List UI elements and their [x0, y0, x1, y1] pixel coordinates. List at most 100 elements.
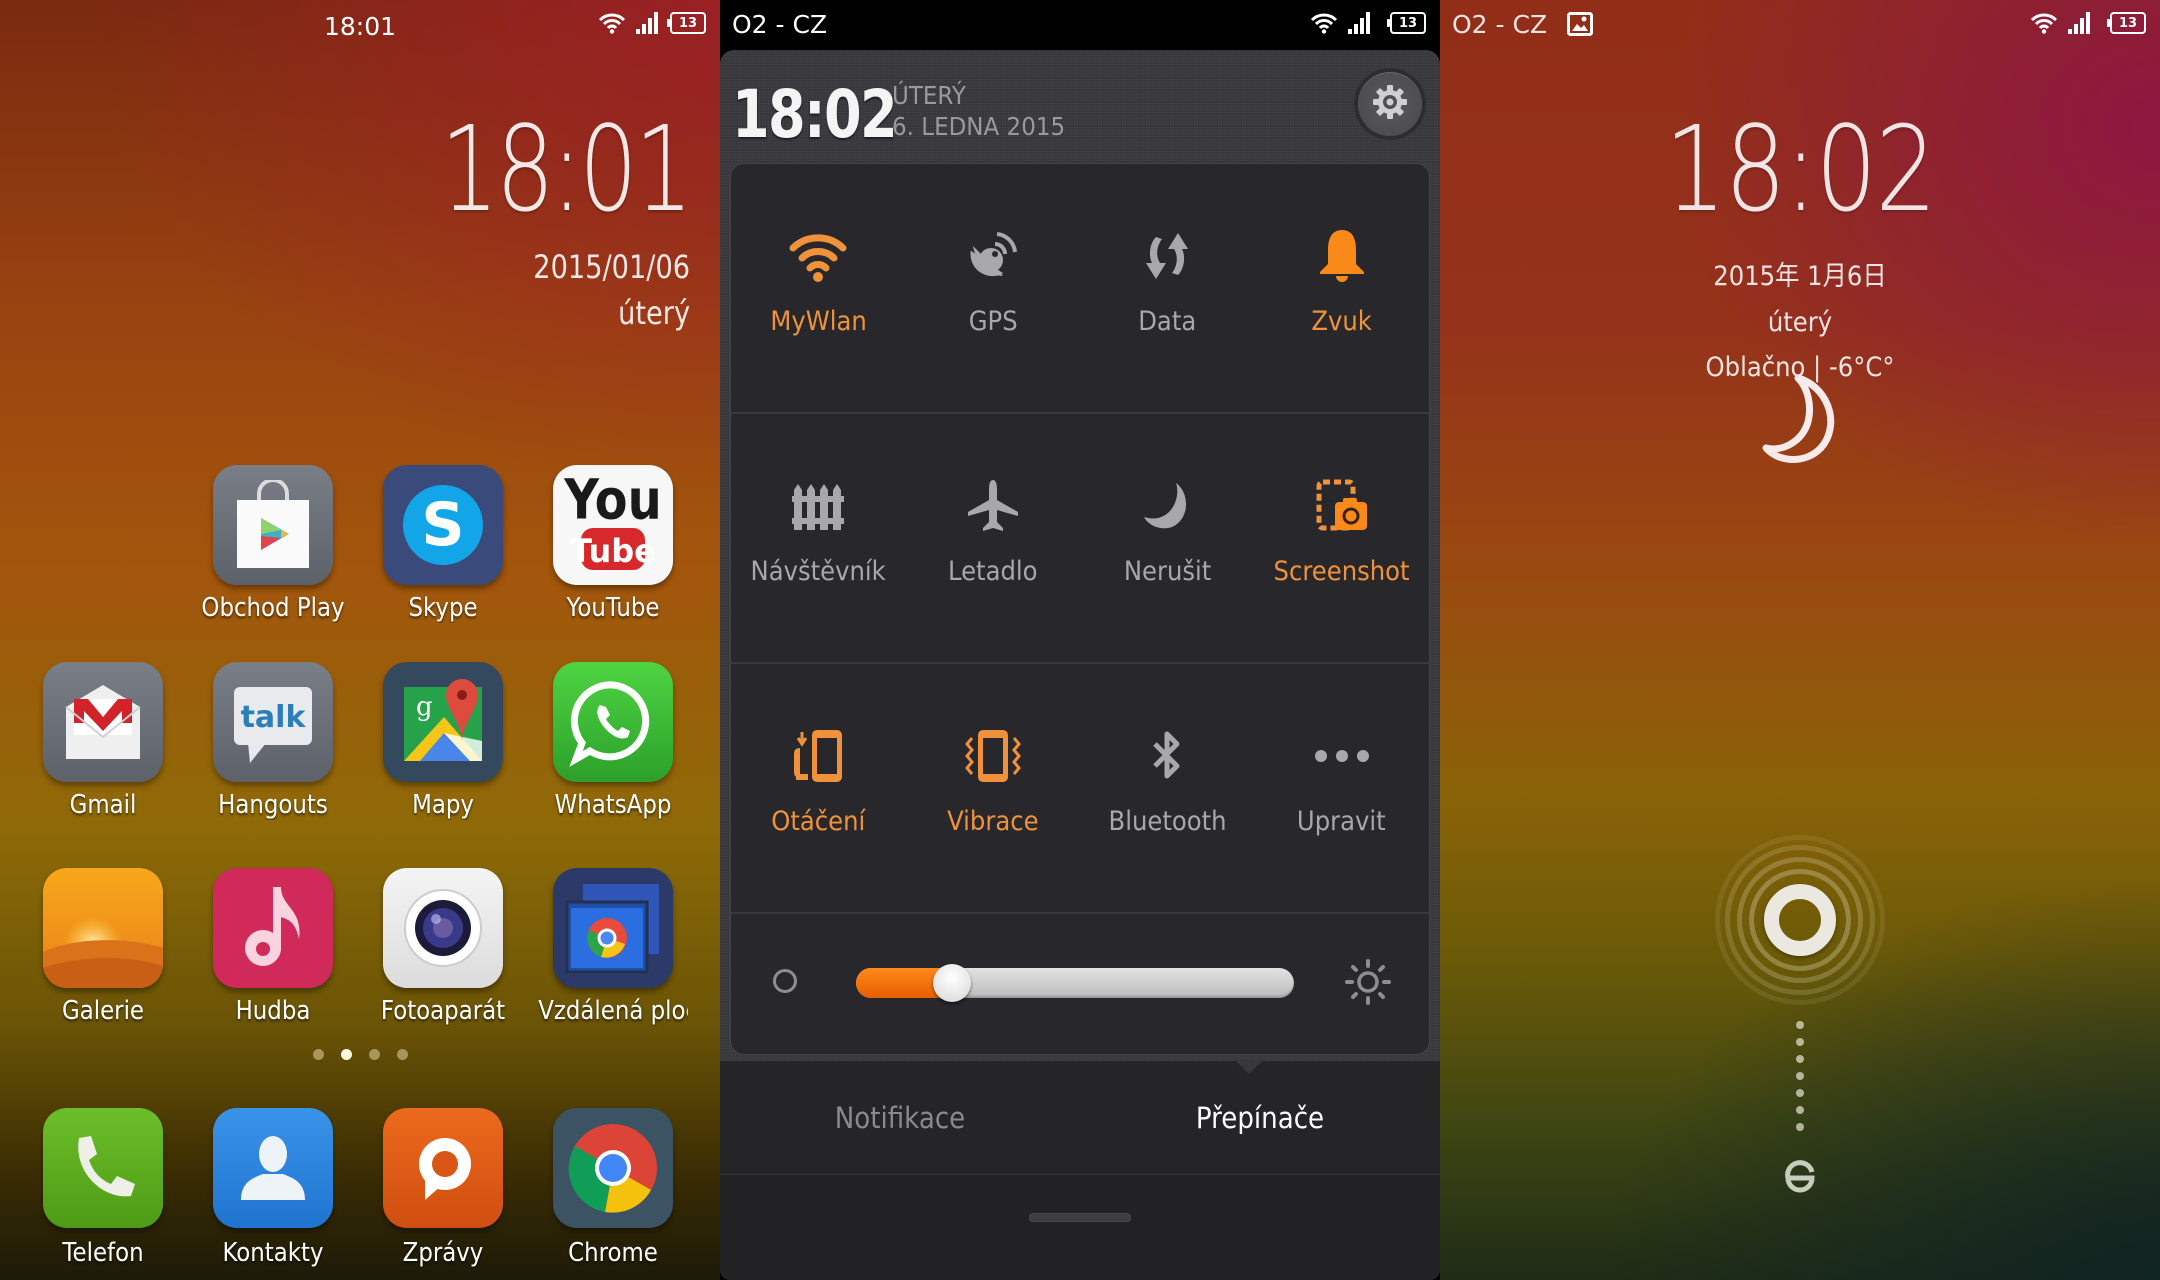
toggle-vibration[interactable]: Vibrace [906, 664, 1081, 912]
toggle-label: Upravit [1297, 806, 1387, 837]
app-camera[interactable]: Fotoaparát [358, 868, 528, 1026]
app-label: Chrome [568, 1238, 658, 1268]
signal-icon [636, 12, 660, 34]
toggle-rotation[interactable]: Otáčení [731, 664, 906, 912]
app-music[interactable]: Hudba [188, 868, 358, 1026]
app-play-store[interactable]: Obchod Play [188, 465, 358, 623]
battery-icon: 13 [1387, 12, 1426, 34]
lock-time: 18:02 [1664, 100, 1937, 238]
app-label: Vzdálená plocha [538, 996, 688, 1026]
brightness-high-sun-icon [1345, 959, 1391, 1010]
toggle-gps[interactable]: GPS [906, 164, 1081, 412]
svg-text:talk: talk [241, 700, 307, 735]
page-dot-active[interactable] [340, 1049, 352, 1060]
toggle-airplane[interactable]: Letadlo [906, 414, 1081, 662]
toggle-row: MyWlan GPS Data Zvuk [731, 164, 1429, 414]
bluetooth-icon [1137, 726, 1197, 786]
home-screen: 18:01 13 18:01 2015/01/06 úterý Obchod P… [0, 0, 720, 1280]
toggle-sound[interactable]: Zvuk [1255, 164, 1430, 412]
brightness-thumb[interactable] [933, 964, 972, 1002]
app-label: Skype [408, 593, 478, 623]
brightness-control [731, 914, 1429, 1054]
app-youtube[interactable]: You Tube YouTube [528, 465, 698, 623]
messages-bubble-icon [383, 1108, 503, 1228]
toggle-wifi[interactable]: MyWlan [731, 164, 906, 412]
weather-moon-icon [1754, 372, 1850, 473]
image-notification-icon [1567, 12, 1594, 36]
clock-widget[interactable]: 18:01 2015/01/06 úterý [370, 100, 693, 332]
lock-day: úterý [1767, 307, 1833, 338]
toggle-edit[interactable]: Upravit [1255, 664, 1430, 912]
toggle-label: Letadlo [947, 556, 1038, 587]
data-sync-arrows-icon [1137, 226, 1197, 286]
signal-icon [2068, 12, 2092, 34]
carrier-name: O2 - CZ [1452, 10, 1594, 39]
status-bar: O2 - CZ 13 [1440, 0, 2160, 50]
unlock-handle[interactable] [1764, 884, 1836, 956]
app-whatsapp[interactable]: WhatsApp [528, 662, 698, 820]
app-label: Obchod Play [201, 593, 345, 623]
hangouts-talk-icon: talk [213, 662, 333, 782]
app-gallery[interactable]: Galerie [18, 868, 188, 1026]
active-tab-pointer [1235, 1060, 1263, 1074]
airplane-icon [963, 476, 1023, 536]
gmail-icon [43, 662, 163, 782]
screenshot-camera-icon [1312, 476, 1372, 536]
carrier-text: O2 - CZ [1452, 10, 1548, 39]
toggle-label: Zvuk [1311, 306, 1372, 337]
tab-notifications[interactable]: Notifikace [738, 1061, 1062, 1174]
app-remote-desktop[interactable]: Vzdálená plocha [528, 868, 698, 1026]
app-label: Telefon [62, 1238, 144, 1268]
drag-handle[interactable] [1029, 1213, 1131, 1222]
wifi-icon [788, 226, 848, 286]
page-dot[interactable] [396, 1049, 408, 1060]
status-bar: 18:01 13 [0, 0, 720, 50]
battery-icon: 13 [667, 12, 706, 34]
phone-icon [43, 1108, 163, 1228]
page-dot[interactable] [368, 1049, 380, 1060]
signal-icon [1348, 12, 1372, 34]
toggle-data[interactable]: Data [1080, 164, 1255, 412]
shade-drag-handle-area[interactable] [720, 1174, 1440, 1280]
clock-time: 18:01 [440, 100, 693, 238]
app-label: Hangouts [218, 790, 328, 820]
moon-icon [1137, 476, 1197, 536]
battery-icon: 13 [2107, 12, 2146, 34]
music-note-icon [213, 868, 333, 988]
app-skype[interactable]: S Skype [358, 465, 528, 623]
app-hangouts[interactable]: talk Hangouts [188, 662, 358, 820]
svg-text:Tube: Tube [570, 532, 656, 570]
unlock-ring[interactable] [1715, 835, 1885, 1005]
page-dot[interactable] [312, 1049, 324, 1060]
toggle-dnd[interactable]: Nerušit [1080, 414, 1255, 662]
tab-toggles[interactable]: Přepínače [1098, 1061, 1422, 1174]
app-label: YouTube [566, 593, 660, 623]
rotation-icon [788, 726, 848, 786]
dock-app-phone[interactable]: Telefon [18, 1108, 188, 1268]
page-indicator[interactable] [0, 1049, 720, 1060]
dock-app-contacts[interactable]: Kontakty [188, 1108, 358, 1268]
toggle-guest[interactable]: Návštěvník [731, 414, 906, 662]
fence-icon [788, 476, 848, 536]
svg-text:g: g [416, 692, 433, 722]
vibration-icon [963, 726, 1023, 786]
toggles-card: MyWlan GPS Data Zvuk Návštěvník Letadlo … [730, 163, 1430, 1055]
toggle-screenshot[interactable]: Screenshot [1255, 414, 1430, 662]
contact-person-icon [213, 1108, 333, 1228]
settings-button[interactable] [1358, 72, 1422, 136]
dock-app-chrome[interactable]: Chrome [528, 1108, 698, 1268]
brightness-slider[interactable] [856, 964, 1294, 1002]
svg-text:S: S [421, 490, 464, 560]
clock-date: 2015/01/06 [533, 248, 690, 286]
app-maps[interactable]: g Mapy [358, 662, 528, 820]
app-gmail[interactable]: Gmail [18, 662, 188, 820]
toggle-label: Návštěvník [750, 556, 886, 587]
dock-app-messages[interactable]: Zprávy [358, 1108, 528, 1268]
unlock-padlock-icon[interactable] [1782, 1160, 1818, 1201]
play-store-icon [213, 465, 333, 585]
unlock-track-dots [1796, 1021, 1804, 1131]
wifi-icon [598, 12, 626, 34]
toggle-label: Screenshot [1273, 556, 1410, 587]
toggle-bluetooth[interactable]: Bluetooth [1080, 664, 1255, 912]
app-label: Gmail [69, 790, 137, 820]
